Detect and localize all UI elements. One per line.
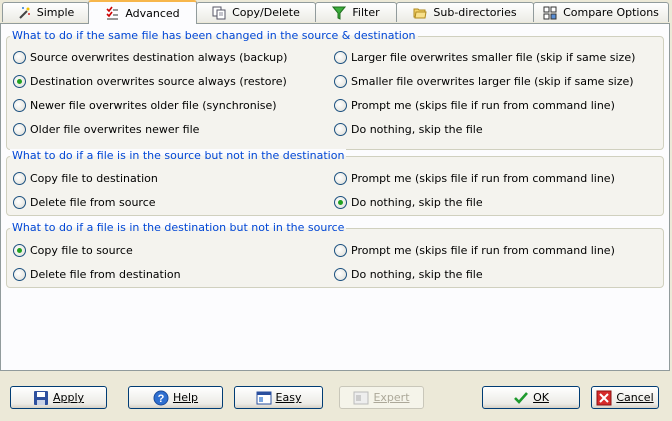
option-label: Delete file from source: [30, 196, 156, 209]
group-title: What to do if a file is in the destinati…: [10, 221, 347, 234]
tab-filter[interactable]: Filter: [315, 2, 397, 22]
radio-delete-from-destination[interactable]: Delete file from destination: [13, 268, 181, 281]
radio-older-overwrites-newer[interactable]: Older file overwrites newer file: [13, 123, 199, 136]
same-file-changed-group: What to do if the same file has been cha…: [6, 29, 664, 150]
option-label: Older file overwrites newer file: [30, 123, 200, 136]
radio-do-nothing[interactable]: Do nothing, skip the file: [334, 123, 483, 136]
tab-label: Sub-directories: [433, 6, 517, 19]
radio-prompt-me[interactable]: Prompt me (skips file if run from comman…: [334, 244, 615, 257]
radio-newer-overwrites-older[interactable]: Newer file overwrites older file (synchr…: [13, 99, 277, 112]
radio-button[interactable]: [334, 99, 347, 112]
close-icon: [596, 390, 612, 406]
radio-button[interactable]: [334, 196, 347, 209]
easy-button[interactable]: Easy: [234, 386, 323, 409]
button-label: Expert: [373, 391, 410, 404]
radio-prompt-me[interactable]: Prompt me (skips file if run from comman…: [334, 172, 615, 185]
advanced-tab-panel: What to do if the same file has been cha…: [0, 23, 670, 371]
radio-destination-overwrites-source[interactable]: Destination overwrites source always (re…: [13, 75, 287, 88]
radio-button[interactable]: [334, 172, 347, 185]
group-title: What to do if a file is in the source bu…: [10, 149, 347, 162]
tab-label: Copy/Delete: [232, 6, 300, 19]
radio-button[interactable]: [13, 51, 26, 64]
button-label: Apply: [52, 391, 85, 404]
option-label: Do nothing, skip the file: [351, 196, 483, 209]
tab-simple[interactable]: Simple: [2, 2, 89, 22]
option-label: Copy file to destination: [30, 172, 158, 185]
option-label: Smaller file overwrites larger file (ski…: [351, 75, 634, 88]
checklist-icon: [105, 6, 119, 20]
button-label: Cancel: [616, 391, 654, 404]
radio-copy-to-destination[interactable]: Copy file to destination: [13, 172, 158, 185]
option-label: Do nothing, skip the file: [351, 123, 483, 136]
radio-button[interactable]: [13, 99, 26, 112]
radio-button[interactable]: [13, 123, 26, 136]
button-label: OK: [533, 391, 549, 404]
radio-do-nothing[interactable]: Do nothing, skip the file: [334, 268, 483, 281]
radio-button[interactable]: [13, 75, 26, 88]
radio-button[interactable]: [334, 51, 347, 64]
radio-button[interactable]: [13, 196, 26, 209]
option-label: Newer file overwrites older file (synchr…: [30, 99, 277, 112]
copy-icon: [212, 6, 226, 20]
radio-source-overwrites-destination[interactable]: Source overwrites destination always (ba…: [13, 51, 287, 64]
radio-button[interactable]: [334, 123, 347, 136]
option-label: Source overwrites destination always (ba…: [30, 51, 288, 64]
radio-copy-to-source[interactable]: Copy file to source: [13, 244, 133, 257]
group-title: What to do if the same file has been cha…: [10, 29, 418, 42]
tab-label: Compare Options: [563, 6, 659, 19]
tab-bar: Simple Advanced Copy/Delete Filter Sub-d…: [0, 0, 672, 24]
folders-icon: [413, 6, 427, 20]
checkmark-icon: [513, 390, 529, 406]
tab-label: Filter: [352, 6, 380, 19]
radio-button[interactable]: [334, 75, 347, 88]
option-label: Delete file from destination: [30, 268, 181, 281]
filter-icon: [332, 6, 347, 20]
compare-icon: [543, 6, 557, 20]
radio-button[interactable]: [13, 172, 26, 185]
radio-button[interactable]: [334, 268, 347, 281]
option-label: Prompt me (skips file if run from comman…: [351, 99, 615, 112]
destination-not-in-source-group: What to do if a file is in the destinati…: [6, 221, 664, 288]
radio-button[interactable]: [13, 268, 26, 281]
radio-smaller-overwrites-larger[interactable]: Smaller file overwrites larger file (ski…: [334, 75, 634, 88]
option-label: Prompt me (skips file if run from comman…: [351, 244, 615, 257]
radio-do-nothing[interactable]: Do nothing, skip the file: [334, 196, 483, 209]
radio-larger-overwrites-smaller[interactable]: Larger file overwrites smaller file (ski…: [334, 51, 635, 64]
wand-icon: [17, 6, 31, 20]
expert-icon: [353, 390, 369, 406]
button-label: Help: [172, 391, 199, 404]
tab-advanced[interactable]: Advanced: [88, 0, 197, 24]
tab-sub-directories[interactable]: Sub-directories: [396, 2, 534, 22]
source-not-in-destination-group: What to do if a file is in the source bu…: [6, 149, 664, 216]
floppy-disk-icon: [33, 390, 49, 406]
help-icon: ?: [153, 390, 169, 406]
radio-button[interactable]: [334, 244, 347, 257]
option-label: Prompt me (skips file if run from comman…: [351, 172, 615, 185]
svg-text:?: ?: [158, 393, 165, 405]
radio-delete-from-source[interactable]: Delete file from source: [13, 196, 156, 209]
help-button[interactable]: ? Help: [128, 386, 223, 409]
tab-compare-options[interactable]: Compare Options: [533, 2, 669, 22]
option-label: Do nothing, skip the file: [351, 268, 483, 281]
radio-prompt-me[interactable]: Prompt me (skips file if run from comman…: [334, 99, 615, 112]
ok-button[interactable]: OK: [482, 386, 580, 409]
tab-label: Simple: [36, 6, 75, 19]
window-icon: [256, 390, 272, 406]
option-label: Destination overwrites source always (re…: [30, 75, 287, 88]
tab-label: Advanced: [125, 6, 180, 20]
radio-button[interactable]: [13, 244, 26, 257]
option-label: Larger file overwrites smaller file (ski…: [351, 51, 636, 64]
apply-button[interactable]: Apply: [10, 386, 107, 409]
cancel-button[interactable]: Cancel: [591, 386, 659, 409]
tab-copy-delete[interactable]: Copy/Delete: [196, 2, 316, 22]
expert-button[interactable]: Expert: [339, 386, 424, 409]
button-label: Easy: [275, 391, 302, 404]
option-label: Copy file to source: [30, 244, 133, 257]
